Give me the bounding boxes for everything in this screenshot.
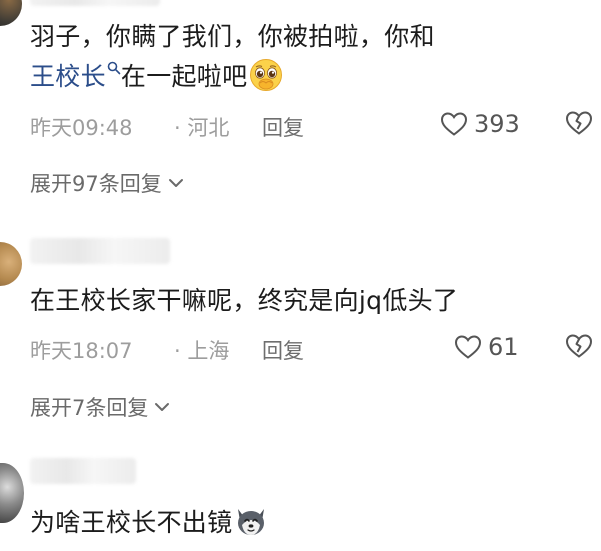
reply-button[interactable]: 回复 (262, 335, 304, 365)
expand-replies-label: 展开97条回复 (30, 172, 162, 196)
broken-heart-icon (565, 110, 593, 136)
like-button[interactable]: 393 (440, 110, 520, 138)
avatar[interactable] (0, 0, 22, 26)
chevron-down-icon (168, 177, 184, 189)
username-blurred[interactable] (30, 458, 136, 484)
comment-meta-row: 昨天18:07 · 上海 回复 61 (30, 331, 601, 365)
mention-link[interactable]: 王校长 (30, 61, 121, 91)
comment-text: 在王校长家干嘛呢，终究是向jq低头了 (30, 280, 458, 322)
heart-icon (454, 334, 482, 360)
mention-label: 王校长 (30, 62, 106, 91)
comment-time: 昨天18:07 (30, 339, 133, 363)
search-icon (107, 61, 121, 75)
comment-text-line: 羽子，你瞒了我们，你被拍啦，你和 (30, 22, 435, 51)
comment-location: · 河北 (174, 116, 230, 140)
expand-replies-button[interactable]: 展开97条回复 (30, 168, 184, 198)
expand-replies-label: 展开7条回复 (30, 396, 149, 420)
avatar[interactable] (0, 242, 22, 286)
husky-dog-emoji (234, 505, 268, 537)
comment-text-continued: 王校长 在一起啦吧 (30, 56, 283, 98)
comment-text-line: 在王校长家干嘛呢，终究是向jq低头了 (30, 286, 459, 315)
comment-text-tail: 在一起啦吧 (120, 62, 248, 91)
reply-button[interactable]: 回复 (262, 112, 304, 142)
username-blurred[interactable] (30, 238, 170, 264)
comment-text-line: 为啥王校长不出镜 (30, 508, 233, 537)
like-button[interactable]: 61 (454, 333, 519, 361)
like-count: 393 (474, 110, 520, 138)
chevron-down-icon (154, 401, 170, 413)
broken-heart-icon (565, 333, 593, 359)
comment-location: · 上海 (174, 339, 230, 363)
expand-replies-button[interactable]: 展开7条回复 (30, 392, 170, 422)
comment-text: 羽子，你瞒了我们，你被拍啦，你和 (30, 16, 435, 58)
username-blurred[interactable] (30, 0, 160, 6)
comment-text: 为啥王校长不出镜 (30, 502, 268, 544)
pleading-face-emoji (249, 58, 283, 92)
heart-icon (440, 111, 468, 137)
like-count: 61 (488, 333, 519, 361)
comment-meta-row: 昨天09:48 · 河北 回复 393 (30, 108, 601, 142)
avatar[interactable] (0, 463, 24, 523)
comment-time: 昨天09:48 (30, 116, 133, 140)
dislike-button[interactable] (565, 333, 593, 359)
dislike-button[interactable] (565, 110, 593, 136)
